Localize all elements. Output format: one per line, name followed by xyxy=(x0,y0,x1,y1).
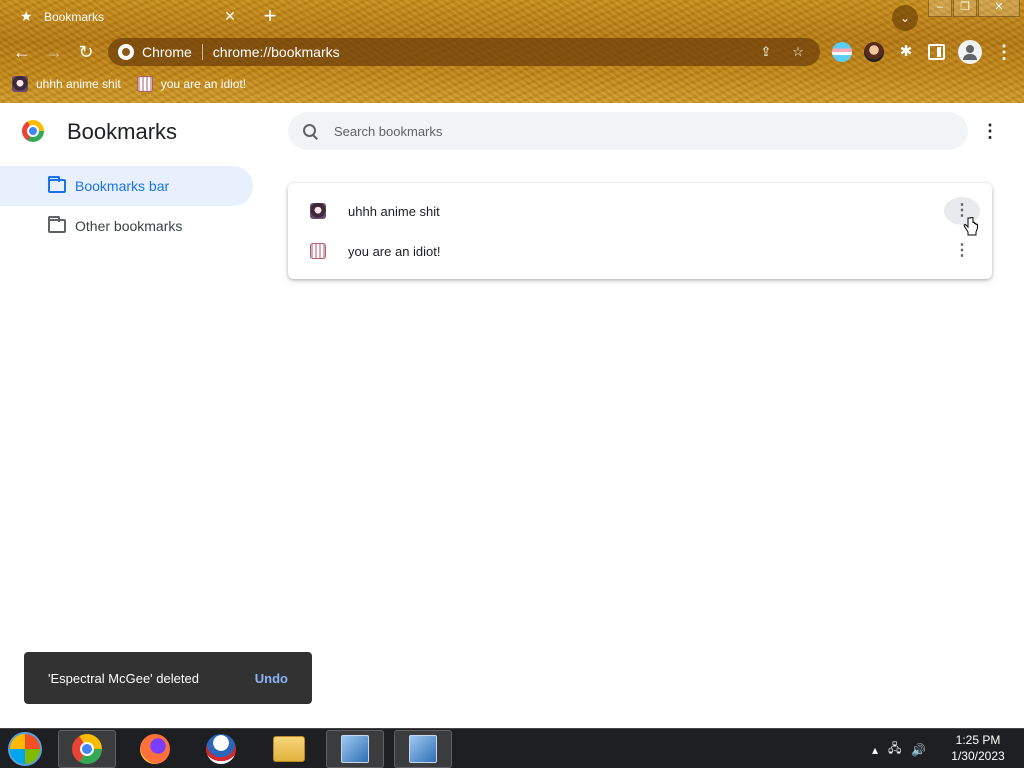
system-tray: ▴ 🖧 🔊 xyxy=(872,739,926,760)
sidebar-item-label: Other bookmarks xyxy=(75,218,183,234)
bookmarks-bar-item[interactable]: you are an idiot! xyxy=(136,76,247,92)
back-button[interactable]: ← xyxy=(10,40,34,64)
share-icon[interactable]: ⇪ xyxy=(756,44,776,60)
taskbar-chrome[interactable] xyxy=(58,730,116,768)
extension-avatar-icon[interactable] xyxy=(864,42,884,62)
sidebar-item-bookmarks-bar[interactable]: Bookmarks bar xyxy=(0,166,253,206)
browser-frame: ★ Bookmarks ✕ + ⌄ – ❐ ✕ ← → ↻ Chrome chr… xyxy=(0,0,1024,103)
setup-icon xyxy=(409,735,437,763)
search-icon xyxy=(302,123,318,139)
bookmark-title: uhhh anime shit xyxy=(348,203,440,219)
star-icon: ★ xyxy=(20,8,33,24)
clock-date: 1/30/2023 xyxy=(951,749,1005,763)
toolbar: ← → ↻ Chrome chrome://bookmarks ⇪ ☆ ✱ ⋮ xyxy=(0,36,1024,68)
deleted-toast: 'Espectral McGee' deleted Undo xyxy=(24,652,312,704)
toast-message: 'Espectral McGee' deleted xyxy=(48,670,199,686)
bookmark-list: uhhh anime shit ⋮ you are an idiot! ⋮ xyxy=(288,183,992,279)
omnibox-label: Chrome xyxy=(142,44,192,60)
address-bar[interactable]: Chrome chrome://bookmarks ⇪ ☆ xyxy=(108,38,820,66)
organize-menu-icon[interactable]: ⋮ xyxy=(980,121,1000,141)
minimize-button[interactable]: – xyxy=(928,0,952,17)
clock[interactable]: 1:25 PM 1/30/2023 xyxy=(940,732,1016,764)
bookmarks-bar-item-label: uhhh anime shit xyxy=(36,77,121,91)
bookmarks-bar-item[interactable]: uhhh anime shit xyxy=(12,76,121,92)
setup-icon xyxy=(341,735,369,763)
start-button[interactable] xyxy=(8,732,42,766)
close-window-button[interactable]: ✕ xyxy=(978,0,1020,17)
app-logo-icon xyxy=(206,734,236,764)
taskbar-setup-2[interactable] xyxy=(394,730,452,768)
profile-avatar-icon[interactable] xyxy=(958,40,982,64)
taskbar-firefox[interactable] xyxy=(126,730,184,768)
folder-icon xyxy=(48,216,66,233)
taskbar-setup-1[interactable] xyxy=(326,730,384,768)
tab-bookmarks[interactable]: ★ Bookmarks ✕ xyxy=(8,0,248,33)
restore-button[interactable]: ❐ xyxy=(953,0,977,17)
search-input[interactable] xyxy=(334,123,914,139)
anime-favicon-icon xyxy=(12,76,28,92)
taskbar-app[interactable] xyxy=(192,730,250,768)
sidebar: Bookmarks bar Other bookmarks xyxy=(0,166,256,246)
chrome-icon xyxy=(72,734,102,764)
extension-flag-icon[interactable] xyxy=(832,42,852,62)
bookmarks-bar-item-label: you are an idiot! xyxy=(160,77,247,91)
more-actions-icon[interactable]: ⋮ xyxy=(944,237,980,265)
side-panel-icon[interactable] xyxy=(928,44,945,60)
omnibox-divider xyxy=(201,44,203,60)
folder-icon xyxy=(48,176,66,193)
idiot-favicon-icon xyxy=(310,243,326,259)
bookmarks-bar: uhhh anime shit you are an idiot! xyxy=(0,72,1024,96)
taskbar: ▴ 🖧 🔊 1:25 PM 1/30/2023 xyxy=(0,728,1024,768)
chrome-page-icon xyxy=(118,44,134,60)
anime-favicon-icon xyxy=(310,203,326,219)
close-tab-icon[interactable]: ✕ xyxy=(222,8,238,25)
forward-button[interactable]: → xyxy=(42,40,66,64)
bookmark-star-icon[interactable]: ☆ xyxy=(788,44,808,60)
extensions-puzzle-icon[interactable]: ✱ xyxy=(896,42,916,62)
page-title: Bookmarks xyxy=(67,119,178,144)
sidebar-item-label: Bookmarks bar xyxy=(75,178,170,194)
list-item[interactable]: you are an idiot! ⋮ xyxy=(288,231,992,271)
tray-expand-icon[interactable]: ▴ xyxy=(872,743,878,757)
firefox-icon xyxy=(140,734,170,764)
tab-title: Bookmarks xyxy=(44,9,105,24)
tab-search-button[interactable]: ⌄ xyxy=(892,5,918,31)
folder-icon xyxy=(273,736,305,762)
volume-icon[interactable]: 🔊 xyxy=(911,743,926,757)
chrome-logo-icon xyxy=(22,120,44,142)
page-header: Bookmarks ⋮ xyxy=(0,103,1024,159)
hand-cursor-icon xyxy=(963,217,978,236)
browser-menu-icon[interactable]: ⋮ xyxy=(994,42,1014,62)
list-item[interactable]: uhhh anime shit ⋮ xyxy=(288,191,992,231)
clock-time: 1:25 PM xyxy=(955,733,1001,747)
network-icon[interactable]: 🖧 xyxy=(888,739,901,760)
new-tab-button[interactable]: + xyxy=(258,5,282,29)
taskbar-explorer[interactable] xyxy=(260,730,318,768)
sidebar-item-other-bookmarks[interactable]: Other bookmarks xyxy=(0,206,253,246)
search-box[interactable] xyxy=(288,112,968,150)
reload-button[interactable]: ↻ xyxy=(74,40,98,64)
idiot-favicon-icon xyxy=(136,76,153,92)
bookmark-title: you are an idiot! xyxy=(348,243,441,259)
url-text[interactable]: chrome://bookmarks xyxy=(213,44,744,60)
undo-button[interactable]: Undo xyxy=(255,671,288,686)
